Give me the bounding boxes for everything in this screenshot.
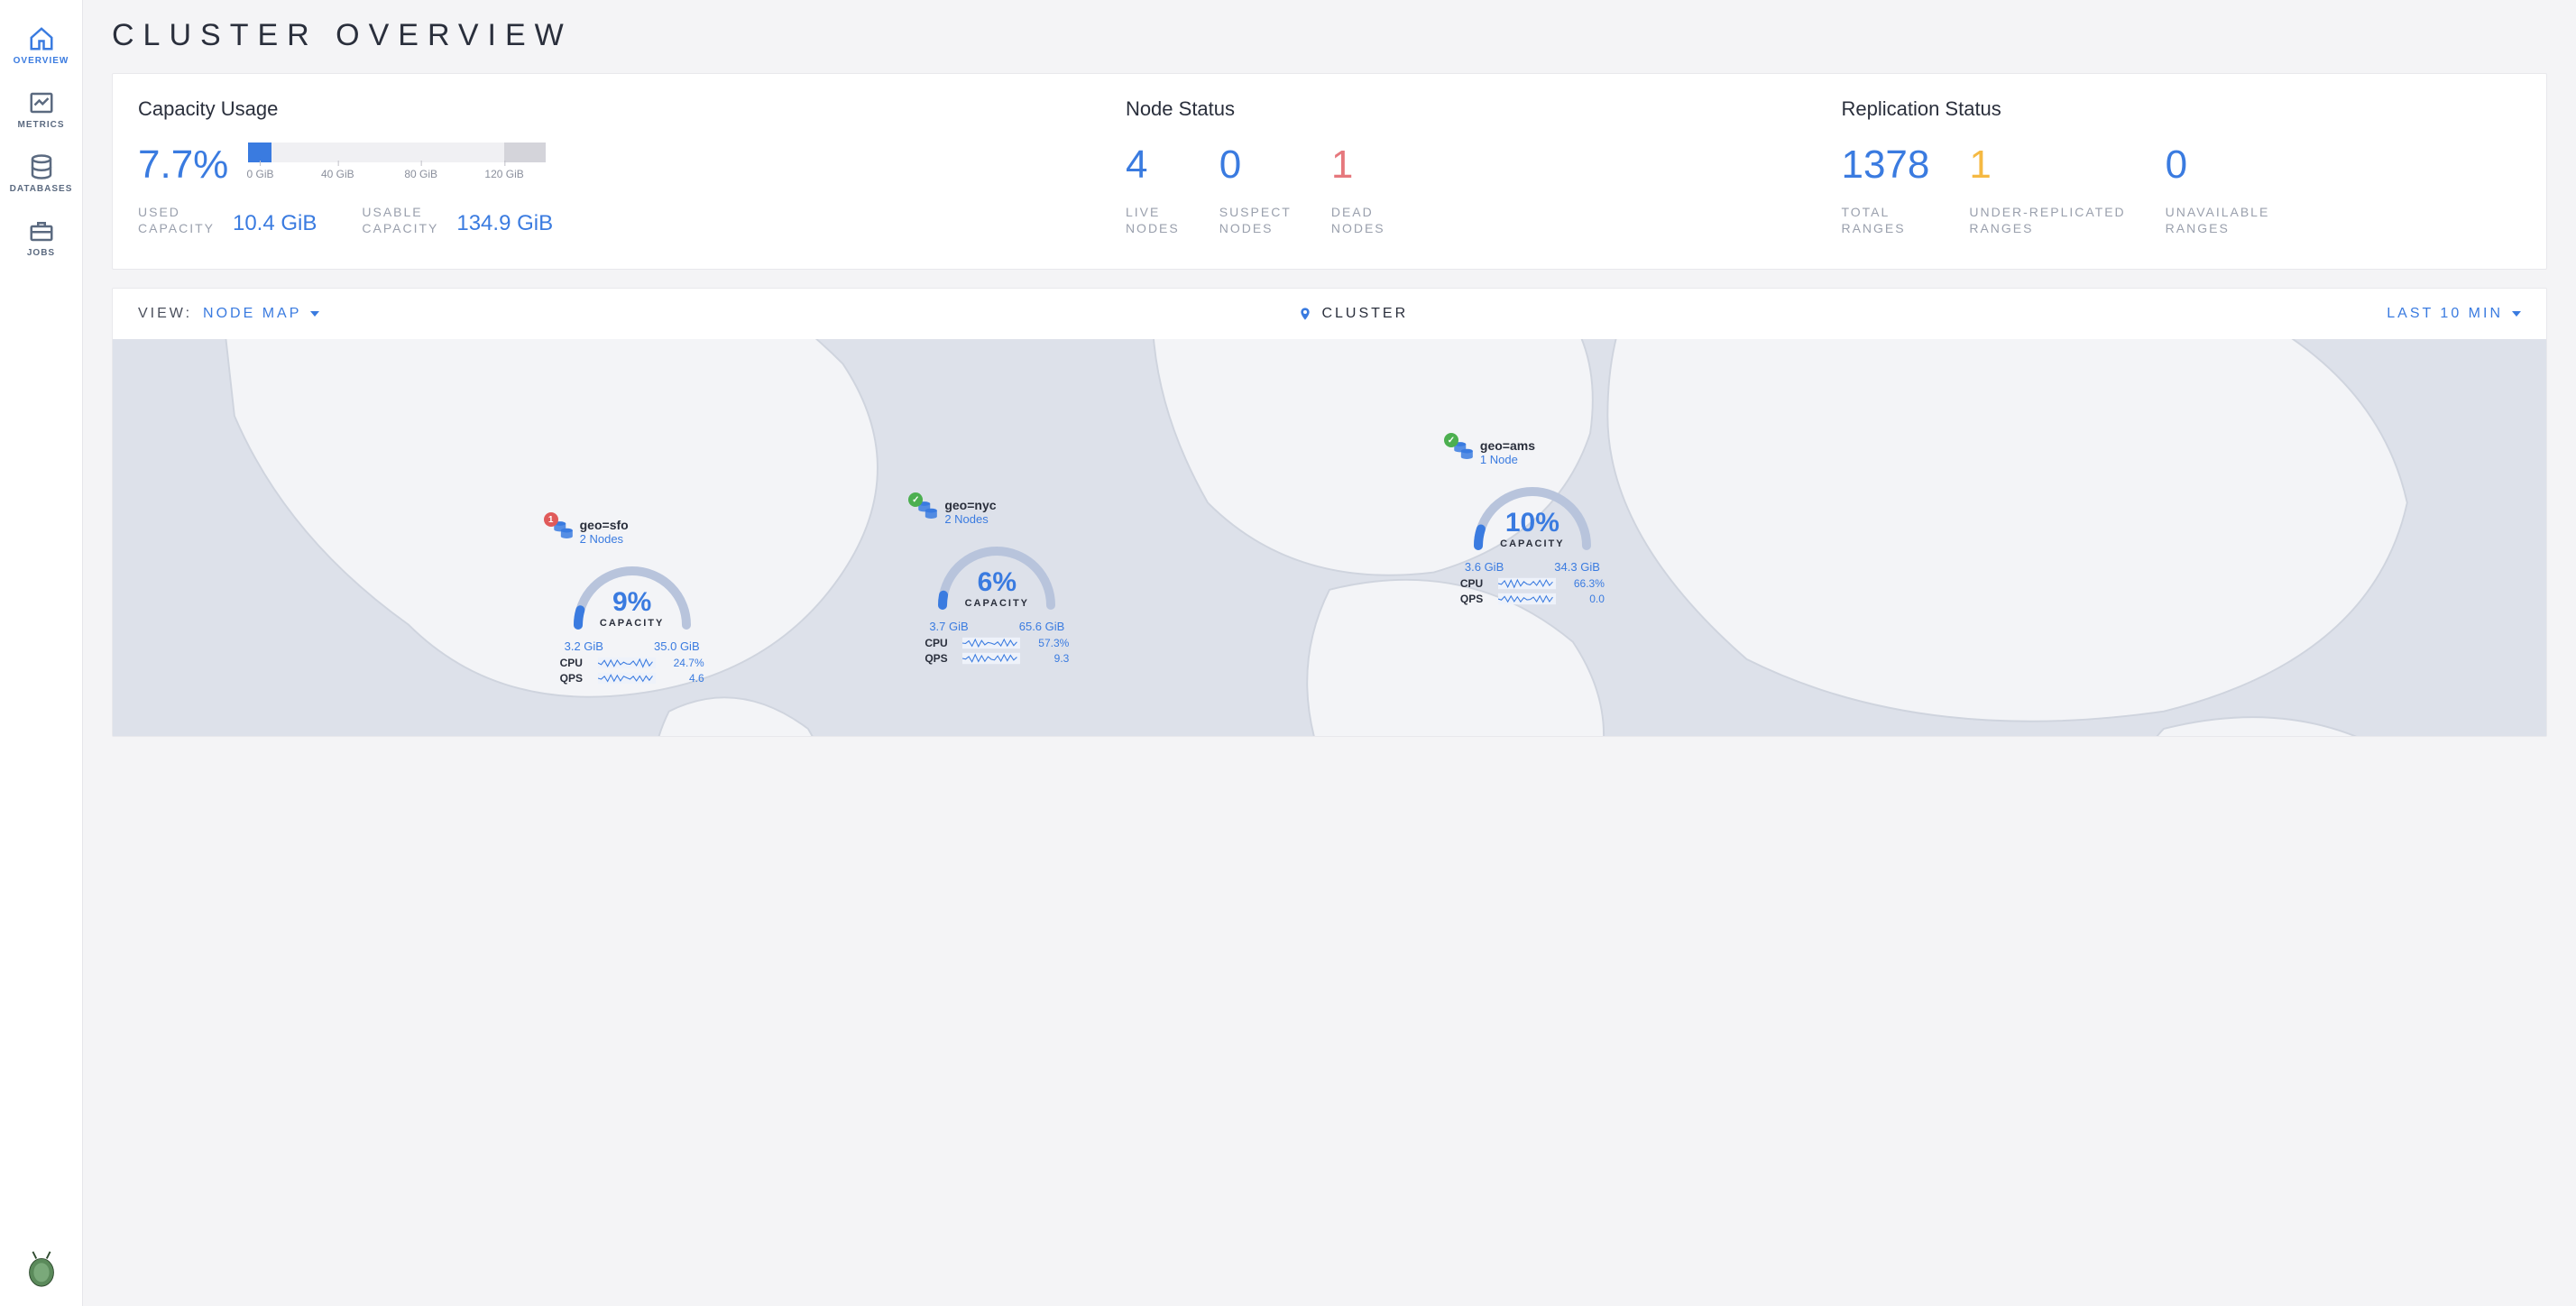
sidebar-item-jobs[interactable]: JOBS — [0, 207, 82, 271]
gauge-label: CAPACITY — [1500, 538, 1564, 549]
qps-metric: QPS 4.6 — [560, 672, 704, 685]
used-capacity-value: 10.4 GiB — [233, 211, 317, 236]
capacity-gauge: 6% CAPACITY — [929, 535, 1064, 616]
sidebar-label: DATABASES — [10, 184, 73, 194]
capacity-values: 3.7 GiB65.6 GiB — [929, 620, 1064, 633]
map-panel: VIEW: NODE MAP CLUSTER LAST 10 MIN — [112, 288, 2547, 737]
chevron-down-icon — [310, 311, 319, 317]
under-replicated-ranges: 1 UNDER-REPLICATED RANGES — [1969, 143, 2125, 236]
capacity-section: Capacity Usage 7.7% 0 GiB 40 GiB 80 GiB … — [138, 97, 1090, 236]
briefcase-icon — [28, 219, 55, 243]
database-cluster-icon: 1 — [551, 518, 575, 541]
app-logo — [21, 1246, 62, 1288]
capacity-meter — [248, 143, 546, 162]
gauge-percent: 6% — [978, 567, 1017, 598]
database-icon — [28, 155, 55, 179]
capacity-percent: 7.7% — [138, 143, 228, 188]
time-range-dropdown[interactable]: LAST 10 MIN — [2387, 306, 2521, 322]
capacity-gauge: 9% CAPACITY — [565, 555, 700, 636]
qps-metric: QPS 0.0 — [1460, 593, 1605, 605]
sidebar-label: METRICS — [18, 120, 65, 130]
sidebar-item-overview[interactable]: OVERVIEW — [0, 14, 82, 78]
gauge-percent: 9% — [612, 587, 651, 618]
sidebar: OVERVIEW METRICS DATABASES JOBS — [0, 0, 83, 1306]
main-content: CLUSTER OVERVIEW Capacity Usage 7.7% 0 G… — [83, 0, 2576, 1306]
capacity-gauge: 10% CAPACITY — [1465, 475, 1600, 556]
node-count: 2 Nodes — [944, 512, 996, 526]
metrics-icon — [28, 91, 55, 115]
overview-panel: Capacity Usage 7.7% 0 GiB 40 GiB 80 GiB … — [112, 73, 2547, 270]
node-map[interactable]: 1 geo=sfo 2 Nodes 9% CAPACITY 3.2 GiB35.… — [113, 339, 2546, 736]
node-title: geo=nyc — [944, 498, 996, 512]
chevron-down-icon — [2512, 311, 2521, 317]
unavailable-ranges: 0 UNAVAILABLE RANGES — [2166, 143, 2270, 236]
node-card-sfo[interactable]: 1 geo=sfo 2 Nodes 9% CAPACITY 3.2 GiB35.… — [551, 518, 713, 687]
gauge-label: CAPACITY — [600, 618, 664, 629]
node-card-nyc[interactable]: ✓ geo=nyc 2 Nodes 6% CAPACITY 3.7 GiB65.… — [915, 498, 1078, 667]
pin-icon — [1298, 305, 1312, 323]
gauge-label: CAPACITY — [965, 598, 1029, 609]
node-card-ams[interactable]: ✓ geo=ams 1 Node 10% CAPACITY 3.6 GiB34.… — [1451, 438, 1614, 608]
sidebar-label: OVERVIEW — [14, 56, 69, 66]
node-status-section: Node Status 4 LIVE NODES 0 SUSPECT NODES… — [1126, 97, 1806, 236]
replication-title: Replication Status — [1841, 97, 2521, 121]
total-ranges: 1378 TOTAL RANGES — [1841, 143, 1929, 236]
capacity-title: Capacity Usage — [138, 97, 1090, 121]
node-status-title: Node Status — [1126, 97, 1806, 121]
gauge-percent: 10% — [1505, 508, 1559, 538]
usable-capacity-label: USABLE CAPACITY — [362, 204, 438, 236]
home-icon — [28, 27, 55, 51]
sidebar-label: JOBS — [27, 248, 55, 258]
view-label: VIEW: — [138, 306, 192, 322]
page-title: CLUSTER OVERVIEW — [112, 18, 2547, 53]
map-toolbar: VIEW: NODE MAP CLUSTER LAST 10 MIN — [113, 289, 2546, 339]
qps-metric: QPS 9.3 — [925, 652, 1069, 665]
database-cluster-icon: ✓ — [915, 498, 939, 521]
cpu-metric: CPU 24.7% — [560, 657, 704, 669]
breadcrumb[interactable]: CLUSTER — [319, 305, 2387, 323]
usable-capacity-value: 134.9 GiB — [456, 211, 553, 236]
node-title: geo=ams — [1480, 438, 1535, 453]
cpu-metric: CPU 57.3% — [925, 637, 1069, 649]
capacity-values: 3.2 GiB35.0 GiB — [565, 639, 700, 653]
suspect-nodes: 0 SUSPECT NODES — [1219, 143, 1292, 236]
node-count: 1 Node — [1480, 453, 1535, 466]
sidebar-item-metrics[interactable]: METRICS — [0, 78, 82, 143]
alert-badge: 1 — [544, 512, 558, 527]
node-title: geo=sfo — [580, 518, 629, 532]
used-capacity-label: USED CAPACITY — [138, 204, 215, 236]
database-cluster-icon: ✓ — [1451, 438, 1475, 462]
cpu-metric: CPU 66.3% — [1460, 577, 1605, 590]
capacity-ticks: 0 GiB 40 GiB 80 GiB 120 GiB — [248, 168, 546, 186]
node-count: 2 Nodes — [580, 532, 629, 546]
capacity-values: 3.6 GiB34.3 GiB — [1465, 560, 1600, 574]
dead-nodes: 1 DEAD NODES — [1331, 143, 1385, 236]
replication-section: Replication Status 1378 TOTAL RANGES 1 U… — [1841, 97, 2521, 236]
view-dropdown[interactable]: NODE MAP — [203, 306, 319, 322]
sidebar-item-databases[interactable]: DATABASES — [0, 143, 82, 207]
live-nodes: 4 LIVE NODES — [1126, 143, 1180, 236]
